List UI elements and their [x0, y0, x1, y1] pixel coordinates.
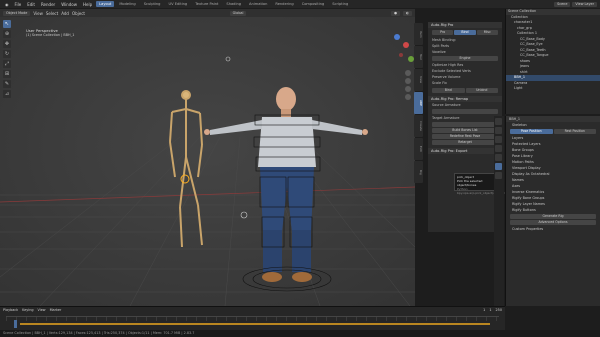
build-bones-list-button[interactable]: Build Bones List — [432, 128, 498, 133]
workspace-tab-compositing[interactable]: Compositing — [299, 1, 328, 7]
workspace-tab-uv[interactable]: UV Editing — [165, 1, 190, 7]
transform-tool-icon[interactable]: ⊞ — [3, 70, 11, 78]
sidebar-tab-tool[interactable]: Tool — [414, 46, 423, 68]
voxelize-checkbox[interactable]: Voxelize — [428, 49, 502, 55]
scale-tool-icon[interactable]: ⤢ — [3, 60, 11, 68]
menu-render[interactable]: Render — [39, 2, 57, 7]
panel-title[interactable]: Auto-Rig Pro — [428, 22, 502, 28]
engine-selector[interactable]: Engine — [432, 56, 498, 61]
scale-fix-checkbox[interactable]: Scale Fix — [428, 80, 502, 86]
start-frame-field[interactable]: 1 — [489, 308, 491, 312]
frame-ruler[interactable] — [6, 316, 499, 321]
workspace-tab-animation[interactable]: Animation — [246, 1, 270, 7]
menu-file[interactable]: File — [13, 2, 24, 7]
menu-add[interactable]: Add — [61, 11, 69, 16]
select-tool-icon[interactable]: ↖ — [3, 20, 11, 28]
timeline[interactable]: Playback Keying View Marker 1 1 250 — [0, 306, 505, 330]
workspace-tab-scripting[interactable]: Scripting — [329, 1, 351, 7]
props-section[interactable]: Rigify Buttons — [506, 207, 600, 213]
mode-selector[interactable]: Object Mode — [3, 10, 31, 16]
outliner: Scene Collection Collection character1 c… — [505, 9, 600, 114]
tooltip-python: Python: bpy.ops.arp.pick_object(action='… — [457, 187, 526, 195]
keyframe-row — [20, 323, 490, 325]
cursor-tool-icon[interactable]: ⊕ — [3, 30, 11, 38]
current-frame-field[interactable]: 1 — [483, 308, 485, 312]
workspace-tab-shading[interactable]: Shading — [223, 1, 244, 7]
workspace-tab-rendering[interactable]: Rendering — [272, 1, 296, 7]
rotate-tool-icon[interactable]: ↻ — [3, 50, 11, 58]
status-bar: Scene Collection | BBH_1 | Verts:129,134… — [0, 330, 600, 337]
shading-material-icon[interactable]: ◐ — [403, 10, 412, 16]
sidebar-tab-arp[interactable]: ARP — [414, 92, 423, 114]
target-armature-label: Target Armature — [432, 116, 460, 120]
workspace-tab-layout[interactable]: Layout — [96, 1, 115, 7]
keying-menu[interactable]: Keying — [22, 308, 33, 312]
sidebar-tab-create[interactable]: Create — [414, 115, 423, 137]
view-layer-selector[interactable]: View Layer — [572, 1, 597, 7]
viewport-collection-label: (1) Scene Collection | BBH_1 — [26, 33, 75, 37]
pose-position-button[interactable]: Pose Position — [510, 129, 553, 134]
scene-selector[interactable]: Scene — [554, 1, 571, 7]
tab-pro[interactable]: Pro — [432, 30, 454, 35]
source-armature-label: Source Armature — [432, 103, 461, 107]
tool-props-icon[interactable] — [495, 118, 502, 125]
properties-tabs — [494, 116, 504, 306]
props-section[interactable]: Skeleton — [506, 122, 600, 128]
render-props-icon[interactable] — [495, 127, 502, 134]
tooltip-description: Pick the selected object/bones — [457, 179, 483, 187]
menu-help[interactable]: Help — [81, 2, 94, 7]
move-tool-icon[interactable]: ✥ — [3, 40, 11, 48]
annotate-tool-icon[interactable]: ✎ — [3, 80, 11, 88]
sidebar-tabs: Item Tool View ARP Create Edit Rig — [414, 22, 426, 262]
bind-button[interactable]: Bind — [432, 88, 465, 93]
playhead[interactable] — [14, 320, 17, 328]
target-armature-field[interactable] — [432, 122, 498, 127]
workspace-tab-modeling[interactable]: Modeling — [116, 1, 138, 7]
viewport-header: Object Mode View Select Add Object Globa… — [0, 9, 415, 17]
redefine-rest-pose-button[interactable]: Redefine Rest Pose — [432, 134, 498, 139]
armature-data-icon[interactable] — [495, 163, 502, 170]
playback-menu[interactable]: Playback — [3, 308, 18, 312]
shading-solid-icon[interactable]: ● — [391, 10, 401, 16]
menu-window[interactable]: Window — [59, 2, 79, 7]
source-armature-field[interactable] — [432, 109, 498, 114]
viewport-scene — [0, 17, 415, 306]
sidebar-tab-edit[interactable]: Edit — [414, 138, 423, 160]
measure-tool-icon[interactable]: ⊿ — [3, 90, 11, 98]
view-menu[interactable]: View — [38, 308, 46, 312]
generate-rig-button[interactable]: Generate Rig — [510, 214, 596, 219]
menu-select[interactable]: Select — [46, 11, 58, 16]
retarget-button[interactable]: Retarget — [432, 140, 498, 145]
menu-object[interactable]: Object — [72, 11, 85, 16]
marker-menu[interactable]: Marker — [50, 308, 62, 312]
workspace-tab-texture[interactable]: Texture Paint — [192, 1, 221, 7]
3d-viewport[interactable]: User Perspective (1) Scene Collection | … — [0, 17, 415, 306]
orientation-selector[interactable]: Global — [229, 10, 247, 16]
menu-edit[interactable]: Edit — [25, 2, 37, 7]
end-frame-field[interactable]: 250 — [496, 308, 502, 312]
properties-editor: BBH_1 Skeleton Pose Position Rest Positi… — [505, 116, 600, 306]
object-props-icon[interactable] — [495, 154, 502, 161]
sidebar-tab-view[interactable]: View — [414, 69, 423, 91]
auto-rig-pro-panel: Auto-Rig Pro Pro Bind Misc Mesh Binding:… — [428, 22, 502, 232]
menu-view[interactable]: View — [33, 11, 43, 16]
blender-logo-icon[interactable]: ◉ — [3, 2, 11, 7]
workspace-tab-sculpting[interactable]: Sculpting — [141, 1, 164, 7]
scene-props-icon[interactable] — [495, 145, 502, 152]
tab-misc[interactable]: Misc — [476, 30, 498, 35]
toolbar: ↖ ⊕ ✥ ↻ ⤢ ⊞ ✎ ⊿ — [3, 20, 11, 140]
top-menu-bar: ◉ File Edit Render Window Help Layout Mo… — [0, 0, 600, 8]
outliner-row[interactable]: Light — [506, 86, 600, 92]
sidebar-tab-rig[interactable]: Rig — [414, 161, 423, 183]
unbind-button[interactable]: Unbind — [465, 88, 498, 93]
tab-bind[interactable]: Bind — [454, 30, 476, 35]
output-props-icon[interactable] — [495, 136, 502, 143]
props-section[interactable]: Custom Properties — [506, 226, 600, 232]
rest-position-button[interactable]: Rest Position — [553, 129, 596, 134]
physics-props-icon[interactable] — [495, 172, 502, 179]
export-panel-title[interactable]: Auto-Rig Pro: Export — [428, 148, 502, 154]
sidebar-tab-item[interactable]: Item — [414, 23, 423, 45]
advanced-options-button[interactable]: Advanced Options — [510, 220, 596, 225]
